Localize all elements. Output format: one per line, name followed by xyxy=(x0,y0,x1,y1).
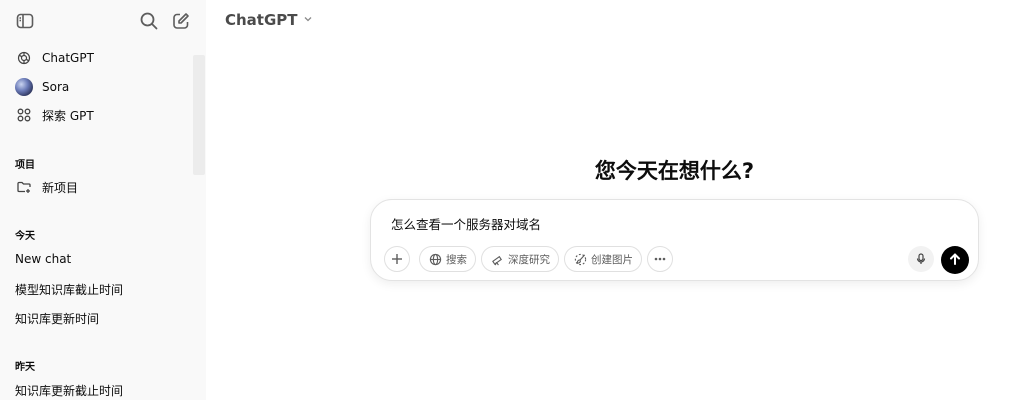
projects-heading: 项目 xyxy=(15,160,35,171)
send-button[interactable] xyxy=(941,246,969,274)
sora-avatar xyxy=(15,78,33,96)
new-project-label: 新项目 xyxy=(42,180,79,195)
openai-logo-icon xyxy=(15,49,33,67)
brush-icon xyxy=(573,252,587,266)
folder-plus-icon xyxy=(15,178,33,196)
page-title: 您今天在想什么? xyxy=(594,159,755,183)
chevron-down-icon xyxy=(303,14,313,27)
yesterday-heading: 昨天 xyxy=(15,362,35,373)
telescope-icon xyxy=(490,252,504,266)
sidebar-scrollbar[interactable] xyxy=(193,55,205,175)
sidebar-item-label: ChatGPT xyxy=(42,51,94,65)
deep-research-label: 深度研究 xyxy=(508,253,550,266)
search-tool-button[interactable]: 搜索 xyxy=(419,246,476,272)
arrow-up-icon xyxy=(948,251,962,270)
sidebar-item-sora[interactable]: Sora xyxy=(15,76,69,98)
sidebar-item-label: 探索 GPT xyxy=(42,108,94,123)
prompt-input[interactable]: 怎么查看一个服务器对域名 xyxy=(391,214,541,233)
new-project-button[interactable]: 新项目 xyxy=(15,176,78,198)
search-tool-label: 搜索 xyxy=(446,253,467,266)
sidebar-item-label: Sora xyxy=(42,80,70,94)
chat-history-item[interactable]: 知识库更新截止时间 xyxy=(15,382,123,399)
model-selector[interactable]: ChatGPT xyxy=(225,11,313,29)
chat-history-item[interactable]: 知识库更新时间 xyxy=(15,310,99,327)
model-label: ChatGPT xyxy=(225,11,298,29)
sidebar: ChatGPT Sora 探索 GPT 项目 新项目 今天 New chat 模… xyxy=(0,0,206,400)
plus-icon xyxy=(390,252,404,266)
voice-input-button[interactable] xyxy=(908,246,934,272)
create-image-button[interactable]: 创建图片 xyxy=(564,246,642,272)
edit-icon[interactable] xyxy=(171,11,191,31)
chat-history-item[interactable]: New chat xyxy=(15,252,71,266)
attach-button[interactable] xyxy=(384,246,410,272)
sidebar-item-explore-gpt[interactable]: 探索 GPT xyxy=(15,104,94,126)
deep-research-button[interactable]: 深度研究 xyxy=(481,246,559,272)
grid-icon xyxy=(15,106,33,124)
chat-history-item[interactable]: 模型知识库截止时间 xyxy=(15,281,123,298)
sidebar-header xyxy=(0,0,206,42)
sidebar-item-chatgpt[interactable]: ChatGPT xyxy=(15,47,94,69)
create-image-label: 创建图片 xyxy=(591,253,633,266)
today-heading: 今天 xyxy=(15,231,35,242)
microphone-icon xyxy=(915,250,927,269)
sidebar-toggle-icon[interactable] xyxy=(15,11,35,31)
globe-icon xyxy=(428,252,442,266)
composer: 怎么查看一个服务器对域名 搜索 深度研究 创建图片 xyxy=(370,199,979,281)
ellipsis-icon xyxy=(653,252,667,266)
search-icon[interactable] xyxy=(139,11,159,31)
more-tools-button[interactable] xyxy=(647,246,673,272)
